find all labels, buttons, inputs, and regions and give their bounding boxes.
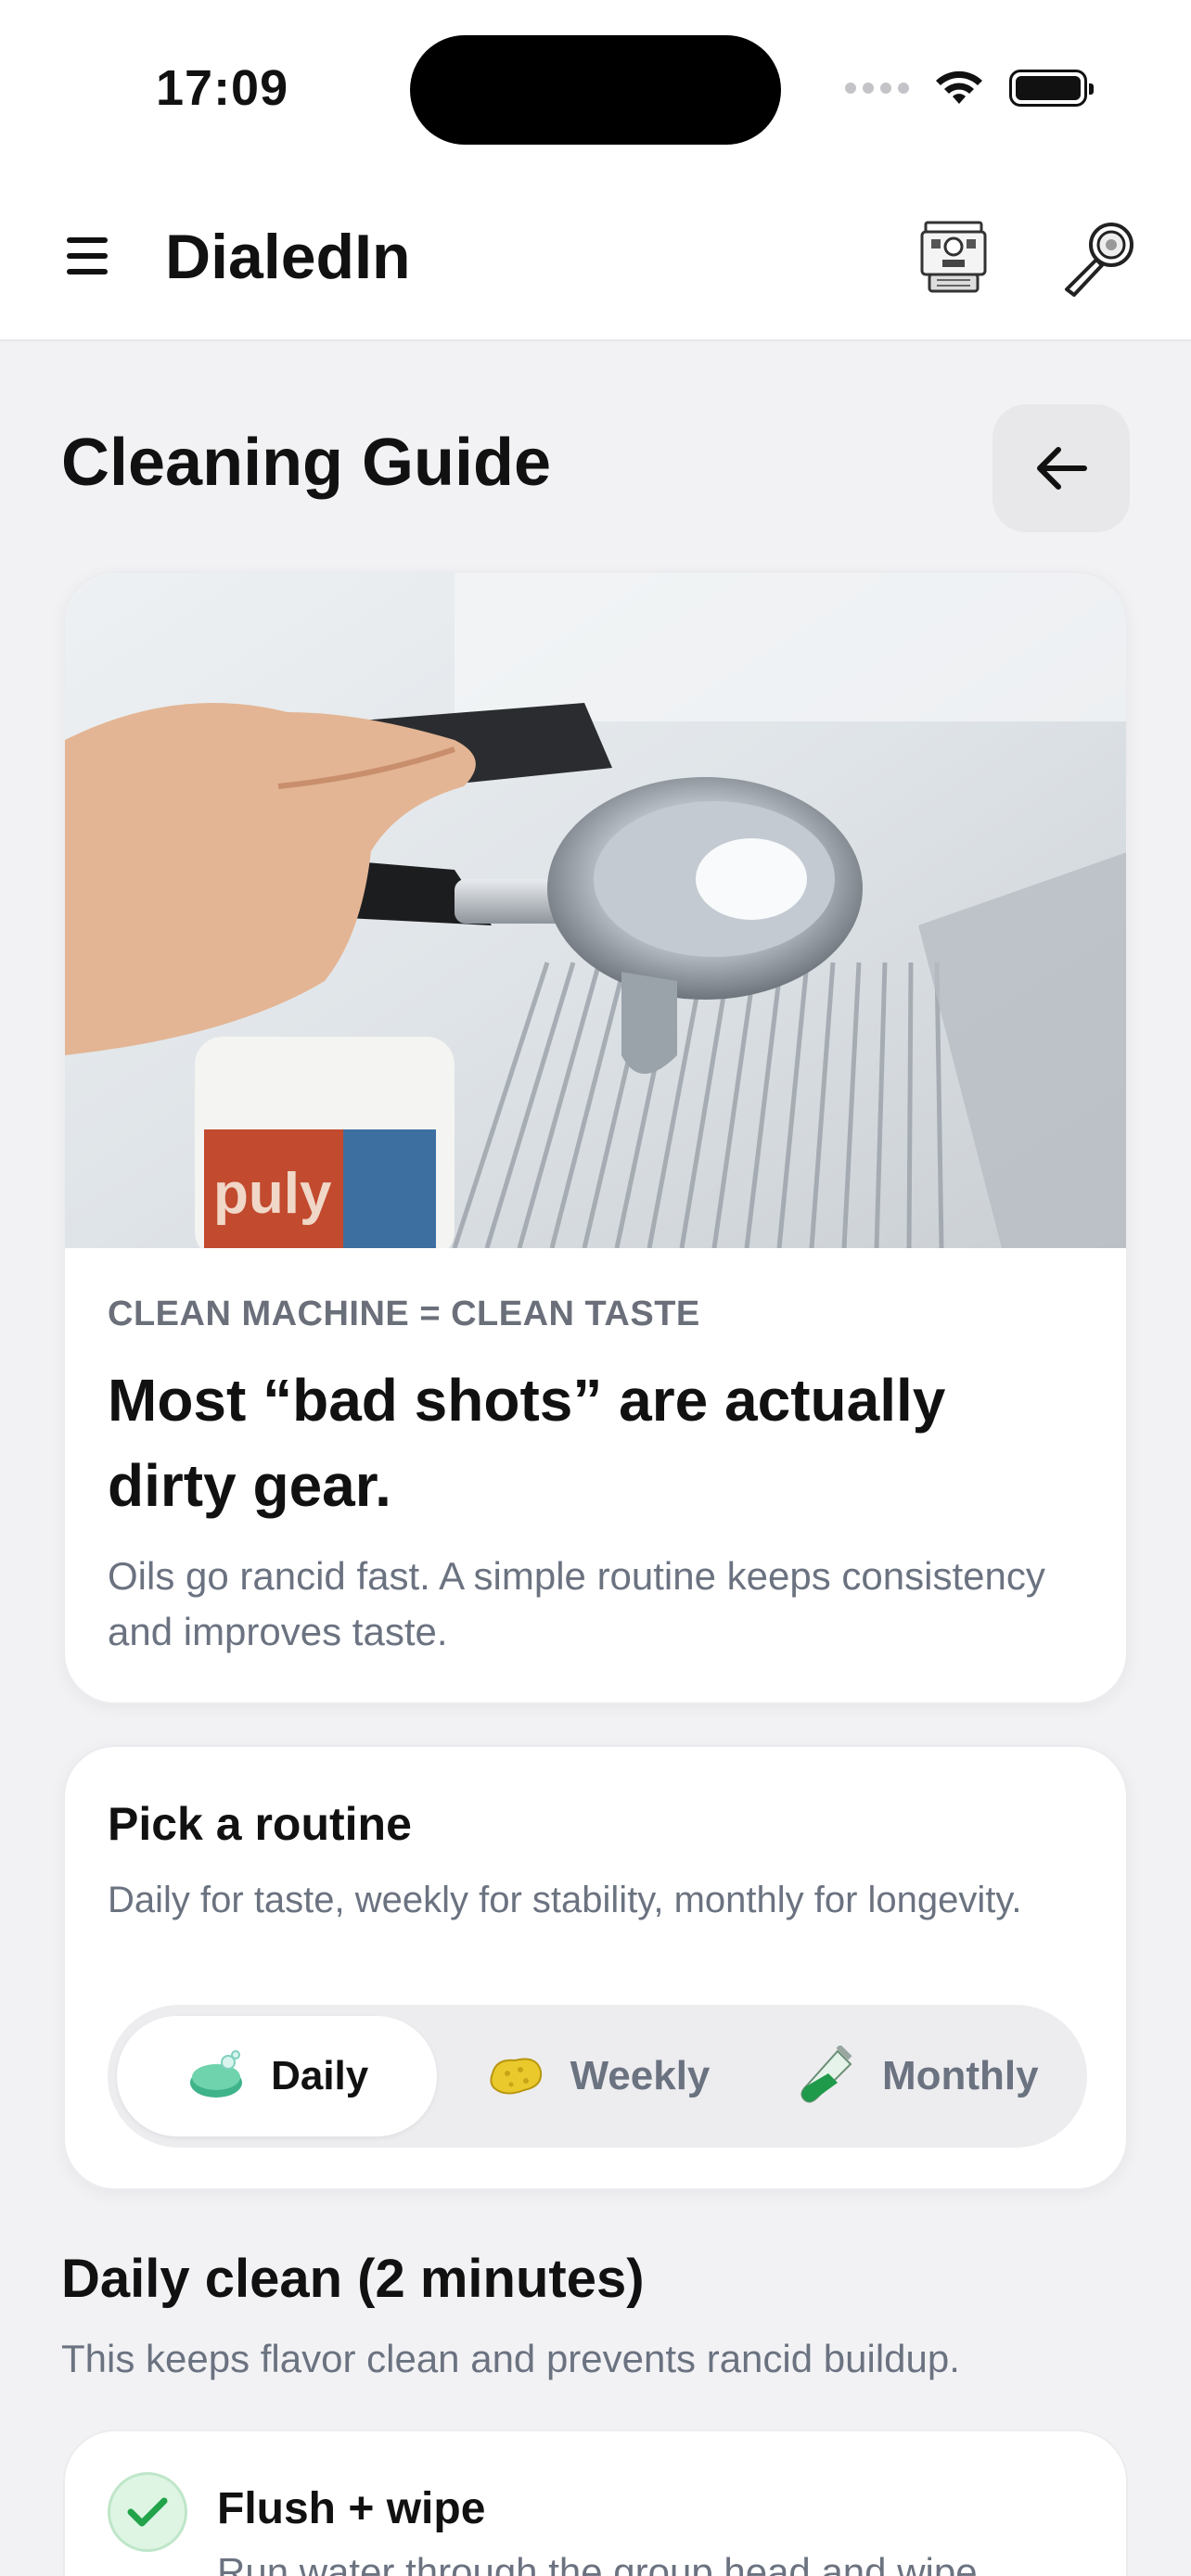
routine-segmented-control: Daily Weekly Monthly bbox=[108, 2005, 1087, 2148]
hero-eyebrow: CLEAN MACHINE = CLEAN TASTE bbox=[108, 1294, 700, 1333]
app-title: DialedIn bbox=[165, 222, 411, 292]
checkmark-icon bbox=[127, 2497, 168, 2527]
task-checkbox[interactable] bbox=[108, 2472, 187, 2552]
routine-subtitle: Daily for taste, weekly for stability, m… bbox=[108, 1880, 1022, 1920]
routine-option-monthly[interactable]: Monthly bbox=[758, 2016, 1078, 2136]
portafilter-icon[interactable] bbox=[1054, 213, 1143, 302]
routine-title: Pick a routine bbox=[108, 1798, 412, 1850]
task-title: Flush + wipe bbox=[217, 2484, 486, 2533]
routine-option-daily[interactable]: Daily bbox=[117, 2016, 438, 2136]
cellular-signal-icon bbox=[845, 83, 909, 94]
battery-icon bbox=[1009, 70, 1094, 107]
dynamic-island bbox=[410, 35, 781, 145]
espresso-machine-icon[interactable] bbox=[909, 213, 998, 302]
hero-card: puly CLEAN MACHINE = CLEAN TASTE Most “b… bbox=[63, 571, 1128, 1704]
hero-heading: Most “bad shots” are actually dirty gear… bbox=[108, 1367, 946, 1519]
page-title: Cleaning Guide bbox=[61, 426, 552, 500]
app-header: DialedIn bbox=[0, 176, 1191, 341]
svg-text:puly: puly bbox=[213, 1162, 332, 1226]
hero-image: puly bbox=[65, 573, 1126, 1248]
task-card[interactable]: Flush + wipe Run water through the group… bbox=[63, 2429, 1128, 2576]
soap-icon bbox=[190, 2050, 243, 2098]
routine-option-weekly[interactable]: Weekly bbox=[437, 2016, 757, 2136]
status-icons bbox=[845, 69, 1094, 108]
arrow-left-icon bbox=[1037, 447, 1087, 490]
routine-option-label: Daily bbox=[271, 2053, 369, 2098]
section-title: Daily clean (2 minutes) bbox=[61, 2249, 645, 2309]
routine-card: Pick a routine Daily for taste, weekly f… bbox=[63, 1745, 1128, 2190]
section-subtitle: This keeps flavor clean and prevents ran… bbox=[61, 2337, 960, 2380]
menu-icon[interactable] bbox=[67, 237, 108, 274]
back-button[interactable] bbox=[992, 404, 1130, 532]
task-description: Run water through the group head and wip… bbox=[217, 2550, 978, 2576]
routine-option-label: Weekly bbox=[570, 2053, 711, 2098]
hero-body: Oils go rancid fast. A simple routine ke… bbox=[108, 1554, 1045, 1653]
test-tube-icon bbox=[800, 2046, 852, 2103]
status-bar: 17:09 bbox=[0, 0, 1191, 176]
wifi-icon bbox=[936, 70, 982, 104]
status-time: 17:09 bbox=[156, 60, 289, 116]
routine-option-label: Monthly bbox=[882, 2053, 1039, 2098]
sponge-icon bbox=[489, 2058, 542, 2095]
